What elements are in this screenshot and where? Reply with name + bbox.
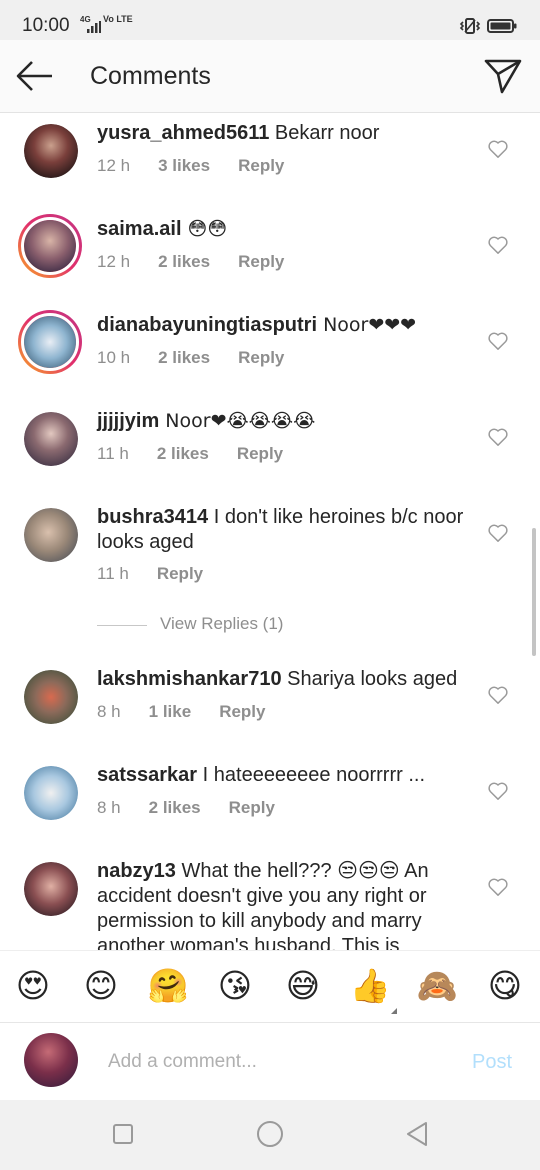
comment-username[interactable]: yusra_ahmed5611: [97, 122, 269, 144]
comment-text: saima.ail 😳😳: [97, 217, 472, 242]
comment-time: 12 h: [97, 252, 131, 271]
like-heart-icon[interactable]: [487, 427, 509, 447]
comment-username[interactable]: saima.ail: [97, 218, 182, 240]
comment-composer: Post: [0, 1022, 540, 1100]
comment-likes[interactable]: 2 likes: [158, 348, 210, 368]
comment-body: Bekarr noor: [269, 122, 380, 144]
avatar[interactable]: [18, 214, 82, 278]
comment-text: dianabayuningtiasputri Noor❤❤❤: [97, 313, 472, 338]
avatar[interactable]: [24, 124, 78, 178]
emoji-see-no-evil-button[interactable]: 🙈: [416, 965, 458, 1007]
like-heart-icon[interactable]: [487, 685, 509, 705]
comment-username[interactable]: bushra3414: [97, 506, 208, 528]
like-heart-icon[interactable]: [487, 331, 509, 351]
back-triangle-icon[interactable]: [404, 1120, 430, 1148]
comment-likes[interactable]: 1 like: [149, 702, 192, 722]
signal-icon: [87, 21, 101, 33]
reply-button[interactable]: Reply: [237, 444, 283, 464]
comment-meta: 11 h 2 likes Reply: [97, 444, 311, 464]
comment-text: nabzy13 What the hell??? 😒😒😒 An accident…: [97, 859, 472, 950]
header: Comments: [0, 40, 540, 113]
home-icon[interactable]: [257, 1121, 283, 1147]
comment-likes[interactable]: 2 likes: [158, 252, 210, 272]
comment-meta: 12 h 2 likes Reply: [97, 252, 312, 272]
emoji-kiss-button[interactable]: 😘: [214, 965, 256, 1007]
avatar[interactable]: [24, 412, 78, 466]
comment-body: 😳😳: [181, 218, 228, 240]
comment-meta: 8 h 1 like Reply: [97, 702, 293, 722]
like-heart-icon[interactable]: [487, 139, 509, 159]
skin-tone-indicator-icon: [391, 1008, 397, 1014]
comment-text: lakshmishankar710 Shariya looks aged: [97, 667, 472, 692]
page-title: Comments: [90, 62, 211, 90]
comment-time: 10 h: [97, 348, 131, 367]
comment-time: 8 h: [97, 798, 121, 817]
emoji-yum-button[interactable]: 😋: [484, 965, 526, 1007]
status-time: 10:00: [22, 15, 70, 36]
comment-username[interactable]: jjjjjyim: [97, 410, 159, 432]
comment-username[interactable]: lakshmishankar710: [97, 668, 282, 690]
like-heart-icon[interactable]: [487, 877, 509, 897]
post-button[interactable]: Post: [472, 1051, 512, 1074]
vibrate-icon: [459, 18, 481, 34]
comment-time: 8 h: [97, 702, 121, 721]
view-replies-divider: [97, 625, 147, 626]
direct-message-button[interactable]: [482, 56, 524, 96]
reply-button[interactable]: Reply: [238, 156, 284, 176]
comment-likes[interactable]: 2 likes: [157, 444, 209, 464]
scrollbar[interactable]: [532, 528, 536, 656]
status-bar: 10:00 4G Vo LTE: [0, 0, 540, 40]
comment-time: 11 h: [97, 564, 129, 583]
comment-body: Noor❤😭😭😭😭: [159, 410, 316, 432]
like-heart-icon[interactable]: [487, 781, 509, 801]
back-arrow-icon: [16, 61, 52, 91]
comment-username[interactable]: dianabayuningtiasputri: [97, 314, 317, 336]
comment-time: 11 h: [97, 444, 129, 463]
comment-meta: 11 h Reply: [97, 564, 231, 584]
reply-button[interactable]: Reply: [238, 348, 284, 368]
comment-text: yusra_ahmed5611 Bekarr noor: [97, 121, 472, 146]
reply-button[interactable]: Reply: [157, 564, 203, 584]
reply-button[interactable]: Reply: [229, 798, 275, 818]
comment-username[interactable]: nabzy13: [97, 860, 176, 882]
comment-time: 12 h: [97, 156, 131, 175]
emoji-smile-button[interactable]: 😊: [80, 965, 122, 1007]
view-replies-label: View Replies (1): [160, 614, 284, 633]
system-nav-bar: [0, 1100, 540, 1170]
comment-meta: 8 h 2 likes Reply: [97, 798, 303, 818]
emoji-hug-button[interactable]: 🤗: [147, 965, 189, 1007]
comment-meta: 12 h 3 likes Reply: [97, 156, 312, 176]
reply-button[interactable]: Reply: [238, 252, 284, 272]
avatar[interactable]: [24, 862, 78, 916]
reply-button[interactable]: Reply: [219, 702, 265, 722]
avatar[interactable]: [18, 310, 82, 374]
like-heart-icon[interactable]: [487, 235, 509, 255]
paper-plane-icon: [484, 59, 522, 94]
comment-body: Shariya looks aged: [281, 668, 458, 690]
battery-icon: [487, 19, 517, 33]
emoji-thumbs-up-button[interactable]: 👍: [349, 965, 391, 1007]
comment-likes[interactable]: 3 likes: [158, 156, 210, 176]
emoji-sweat-smile-button[interactable]: 😅: [282, 965, 324, 1007]
like-heart-icon[interactable]: [487, 523, 509, 543]
comment-text: bushra3414 I don't like heroines b/c noo…: [97, 505, 472, 555]
comment-text: satssarkar I hateeeeeeee noorrrrr ...: [97, 763, 472, 788]
comment-text: jjjjjyim Noor❤😭😭😭😭: [97, 409, 472, 434]
comment-username[interactable]: satssarkar: [97, 764, 197, 786]
back-button[interactable]: [14, 58, 56, 94]
avatar[interactable]: [24, 670, 78, 724]
current-user-avatar: [24, 1033, 78, 1087]
emoji-heart-eyes-button[interactable]: 😍: [12, 965, 54, 1007]
comment-list[interactable]: yusra_ahmed5611 Bekarr noor 12 h 3 likes R…: [0, 114, 540, 950]
comment-input[interactable]: [108, 1047, 448, 1077]
comment-body: Noor❤❤❤: [317, 314, 417, 336]
emoji-quick-bar: 😍 😊 🤗 😘 😅 👍 🙈 😋: [0, 950, 540, 1022]
avatar[interactable]: [24, 766, 78, 820]
avatar[interactable]: [24, 508, 78, 562]
comment-body: I hateeeeeeee noorrrrr ...: [197, 764, 426, 786]
volte-indicator: Vo LTE: [103, 14, 133, 24]
comment-likes[interactable]: 2 likes: [149, 798, 201, 818]
comment-meta: 10 h 2 likes Reply: [97, 348, 312, 368]
recent-apps-icon[interactable]: [113, 1124, 133, 1144]
